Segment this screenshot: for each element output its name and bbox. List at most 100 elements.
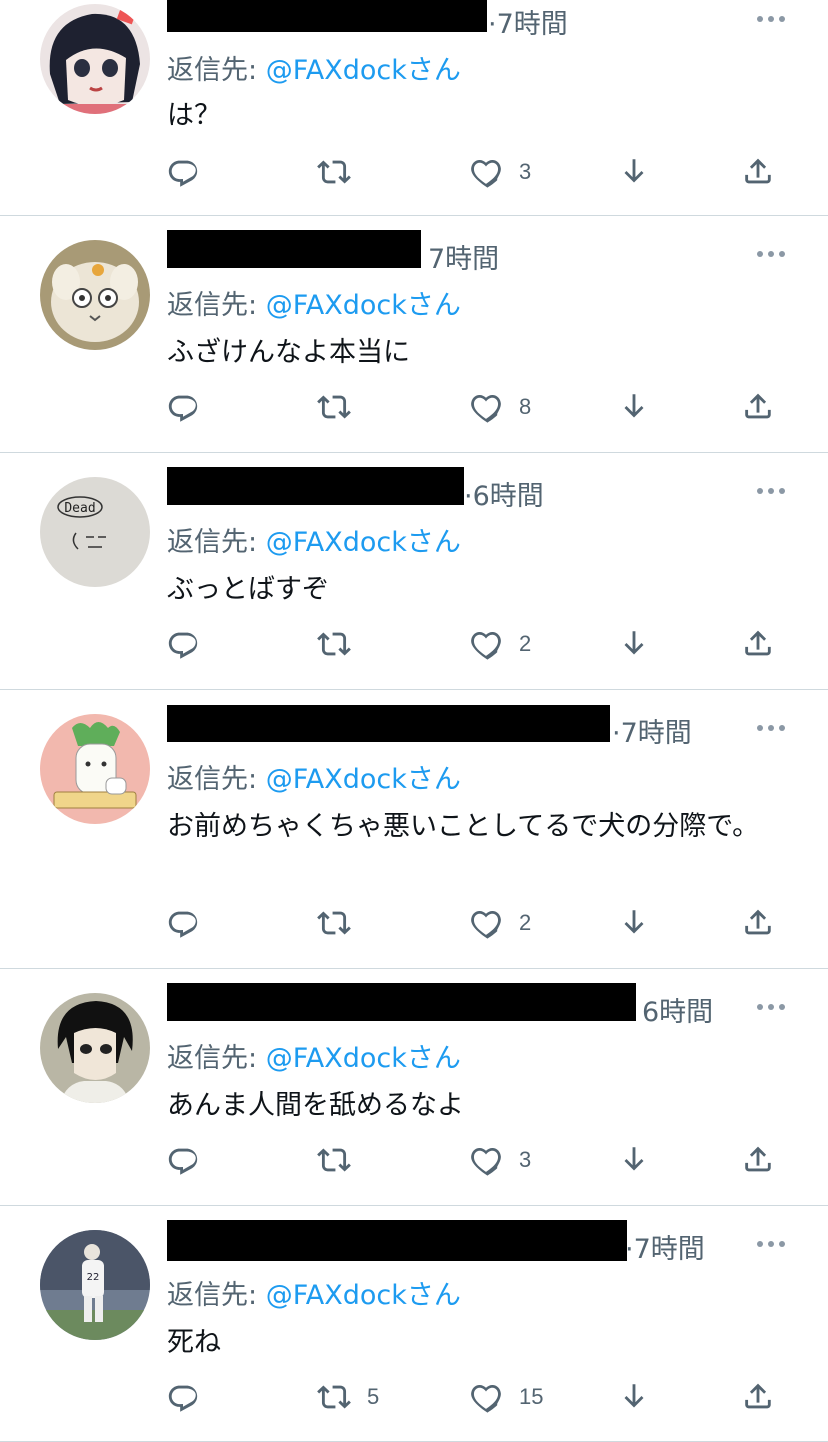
share-button[interactable] (741, 152, 775, 192)
reply-button[interactable] (166, 1140, 200, 1180)
tweet-text: は？ (167, 100, 221, 131)
redacted-username (167, 705, 610, 742)
retweet-button[interactable] (317, 152, 367, 192)
tweet-text: ふざけんなよ本当に (167, 337, 410, 368)
reply-tweet[interactable]: ·7時間 返信先: @FAXdockさん お前めちゃくちゃ悪いことしてるで犬の分… (0, 690, 828, 969)
retweet-button[interactable] (317, 903, 367, 943)
share-button[interactable] (741, 903, 775, 943)
heart-icon (469, 1380, 503, 1414)
like-count: 3 (519, 1147, 532, 1172)
share-button[interactable] (741, 387, 775, 427)
share-icon (741, 155, 775, 189)
reply-feed: ·7時間 返信先: @FAXdockさん は？ 3 7時間 返信先: @FAXd… (0, 0, 828, 1442)
reply-to-line: 返信先: @FAXdockさん (167, 527, 461, 558)
avatar[interactable] (40, 240, 150, 350)
reply-tweet[interactable]: ·7時間 返信先: @FAXdockさん は？ 3 (0, 0, 828, 216)
tweet-text: お前めちゃくちゃ悪いことしてるで犬の分際で。 (167, 811, 760, 842)
like-button[interactable]: 3 (469, 152, 531, 192)
mention-link[interactable]: @FAXdockさん (266, 764, 461, 795)
download-button[interactable] (617, 152, 651, 192)
share-icon (741, 906, 775, 940)
mention-link[interactable]: @FAXdockさん (266, 55, 461, 86)
timestamp[interactable]: ·6時間 (464, 474, 544, 513)
download-icon (617, 906, 651, 940)
mention-link[interactable]: @FAXdockさん (266, 1043, 461, 1074)
retweet-button[interactable] (317, 1140, 367, 1180)
more-options-icon[interactable] (756, 1002, 786, 1012)
timestamp[interactable]: ·7時間 (625, 1227, 705, 1266)
reply-to-line: 返信先: @FAXdockさん (167, 1043, 461, 1074)
like-button[interactable]: 3 (469, 1140, 531, 1180)
reply-tweet[interactable]: 7時間 返信先: @FAXdockさん ふざけんなよ本当に 8 (0, 216, 828, 453)
avatar[interactable]: Dead (40, 477, 150, 587)
retweet-icon (317, 1143, 351, 1177)
retweet-icon (317, 1380, 351, 1414)
like-count: 2 (519, 910, 532, 935)
reply-icon (166, 1143, 200, 1177)
reply-icon (166, 627, 200, 661)
more-options-icon[interactable] (756, 486, 786, 496)
more-options-icon[interactable] (756, 1239, 786, 1249)
download-button[interactable] (617, 1140, 651, 1180)
avatar[interactable] (40, 993, 150, 1103)
tweet-text: あんま人間を舐めるなよ (167, 1090, 464, 1121)
avatar[interactable] (40, 4, 150, 114)
more-options-icon[interactable] (756, 249, 786, 259)
timestamp[interactable]: 7時間 (428, 237, 499, 276)
share-button[interactable] (741, 1377, 775, 1417)
like-button[interactable]: 15 (469, 1377, 543, 1417)
radish-character-avatar-icon (40, 714, 150, 824)
reply-button[interactable] (166, 1377, 200, 1417)
reply-tweet[interactable]: 6時間 返信先: @FAXdockさん あんま人間を舐めるなよ 3 (0, 969, 828, 1206)
share-button[interactable] (741, 624, 775, 664)
retweet-icon (317, 155, 351, 189)
action-bar: 2 (0, 624, 828, 664)
reply-button[interactable] (166, 152, 200, 192)
download-icon (617, 1380, 651, 1414)
download-button[interactable] (617, 1377, 651, 1417)
mention-link[interactable]: @FAXdockさん (266, 1280, 461, 1311)
reply-tweet[interactable]: 22 ·7時間 返信先: @FAXdockさん 死ね 5 15 (0, 1206, 828, 1442)
like-count: 8 (519, 394, 532, 419)
mention-link[interactable]: @FAXdockさん (266, 290, 461, 321)
anime-man-avatar-icon (40, 993, 150, 1103)
retweet-icon (317, 906, 351, 940)
like-count: 2 (519, 631, 532, 656)
reply-button[interactable] (166, 903, 200, 943)
reply-tweet[interactable]: Dead ·6時間 返信先: @FAXdockさん ぶっとばすぞ 2 (0, 453, 828, 690)
timestamp[interactable]: 6時間 (642, 990, 713, 1029)
retweet-button[interactable]: 5 (317, 1377, 379, 1417)
avatar[interactable] (40, 714, 150, 824)
action-bar: 2 (0, 903, 828, 943)
redacted-username (167, 230, 421, 268)
more-options-icon[interactable] (756, 723, 786, 733)
download-button[interactable] (617, 387, 651, 427)
svg-text:Dead: Dead (64, 501, 95, 516)
svg-text:22: 22 (87, 1272, 100, 1283)
download-icon (617, 627, 651, 661)
reply-to-line: 返信先: @FAXdockさん (167, 1280, 461, 1311)
like-button[interactable]: 8 (469, 387, 531, 427)
like-button[interactable]: 2 (469, 903, 531, 943)
action-bar: 8 (0, 387, 828, 427)
share-icon (741, 390, 775, 424)
heart-icon (469, 1143, 503, 1177)
retweet-button[interactable] (317, 387, 367, 427)
more-options-icon[interactable] (756, 14, 786, 24)
avatar[interactable]: 22 (40, 1230, 150, 1340)
retweet-button[interactable] (317, 624, 367, 664)
timestamp[interactable]: ·7時間 (612, 711, 692, 750)
heart-icon (469, 390, 503, 424)
fluffy-creature-avatar-icon (40, 240, 150, 350)
reply-icon (166, 390, 200, 424)
reply-button[interactable] (166, 624, 200, 664)
like-button[interactable]: 2 (469, 624, 531, 664)
retweet-count: 5 (367, 1384, 380, 1409)
download-button[interactable] (617, 903, 651, 943)
timestamp[interactable]: ·7時間 (488, 2, 568, 41)
heart-icon (469, 627, 503, 661)
download-button[interactable] (617, 624, 651, 664)
reply-button[interactable] (166, 387, 200, 427)
share-button[interactable] (741, 1140, 775, 1180)
mention-link[interactable]: @FAXdockさん (266, 527, 461, 558)
